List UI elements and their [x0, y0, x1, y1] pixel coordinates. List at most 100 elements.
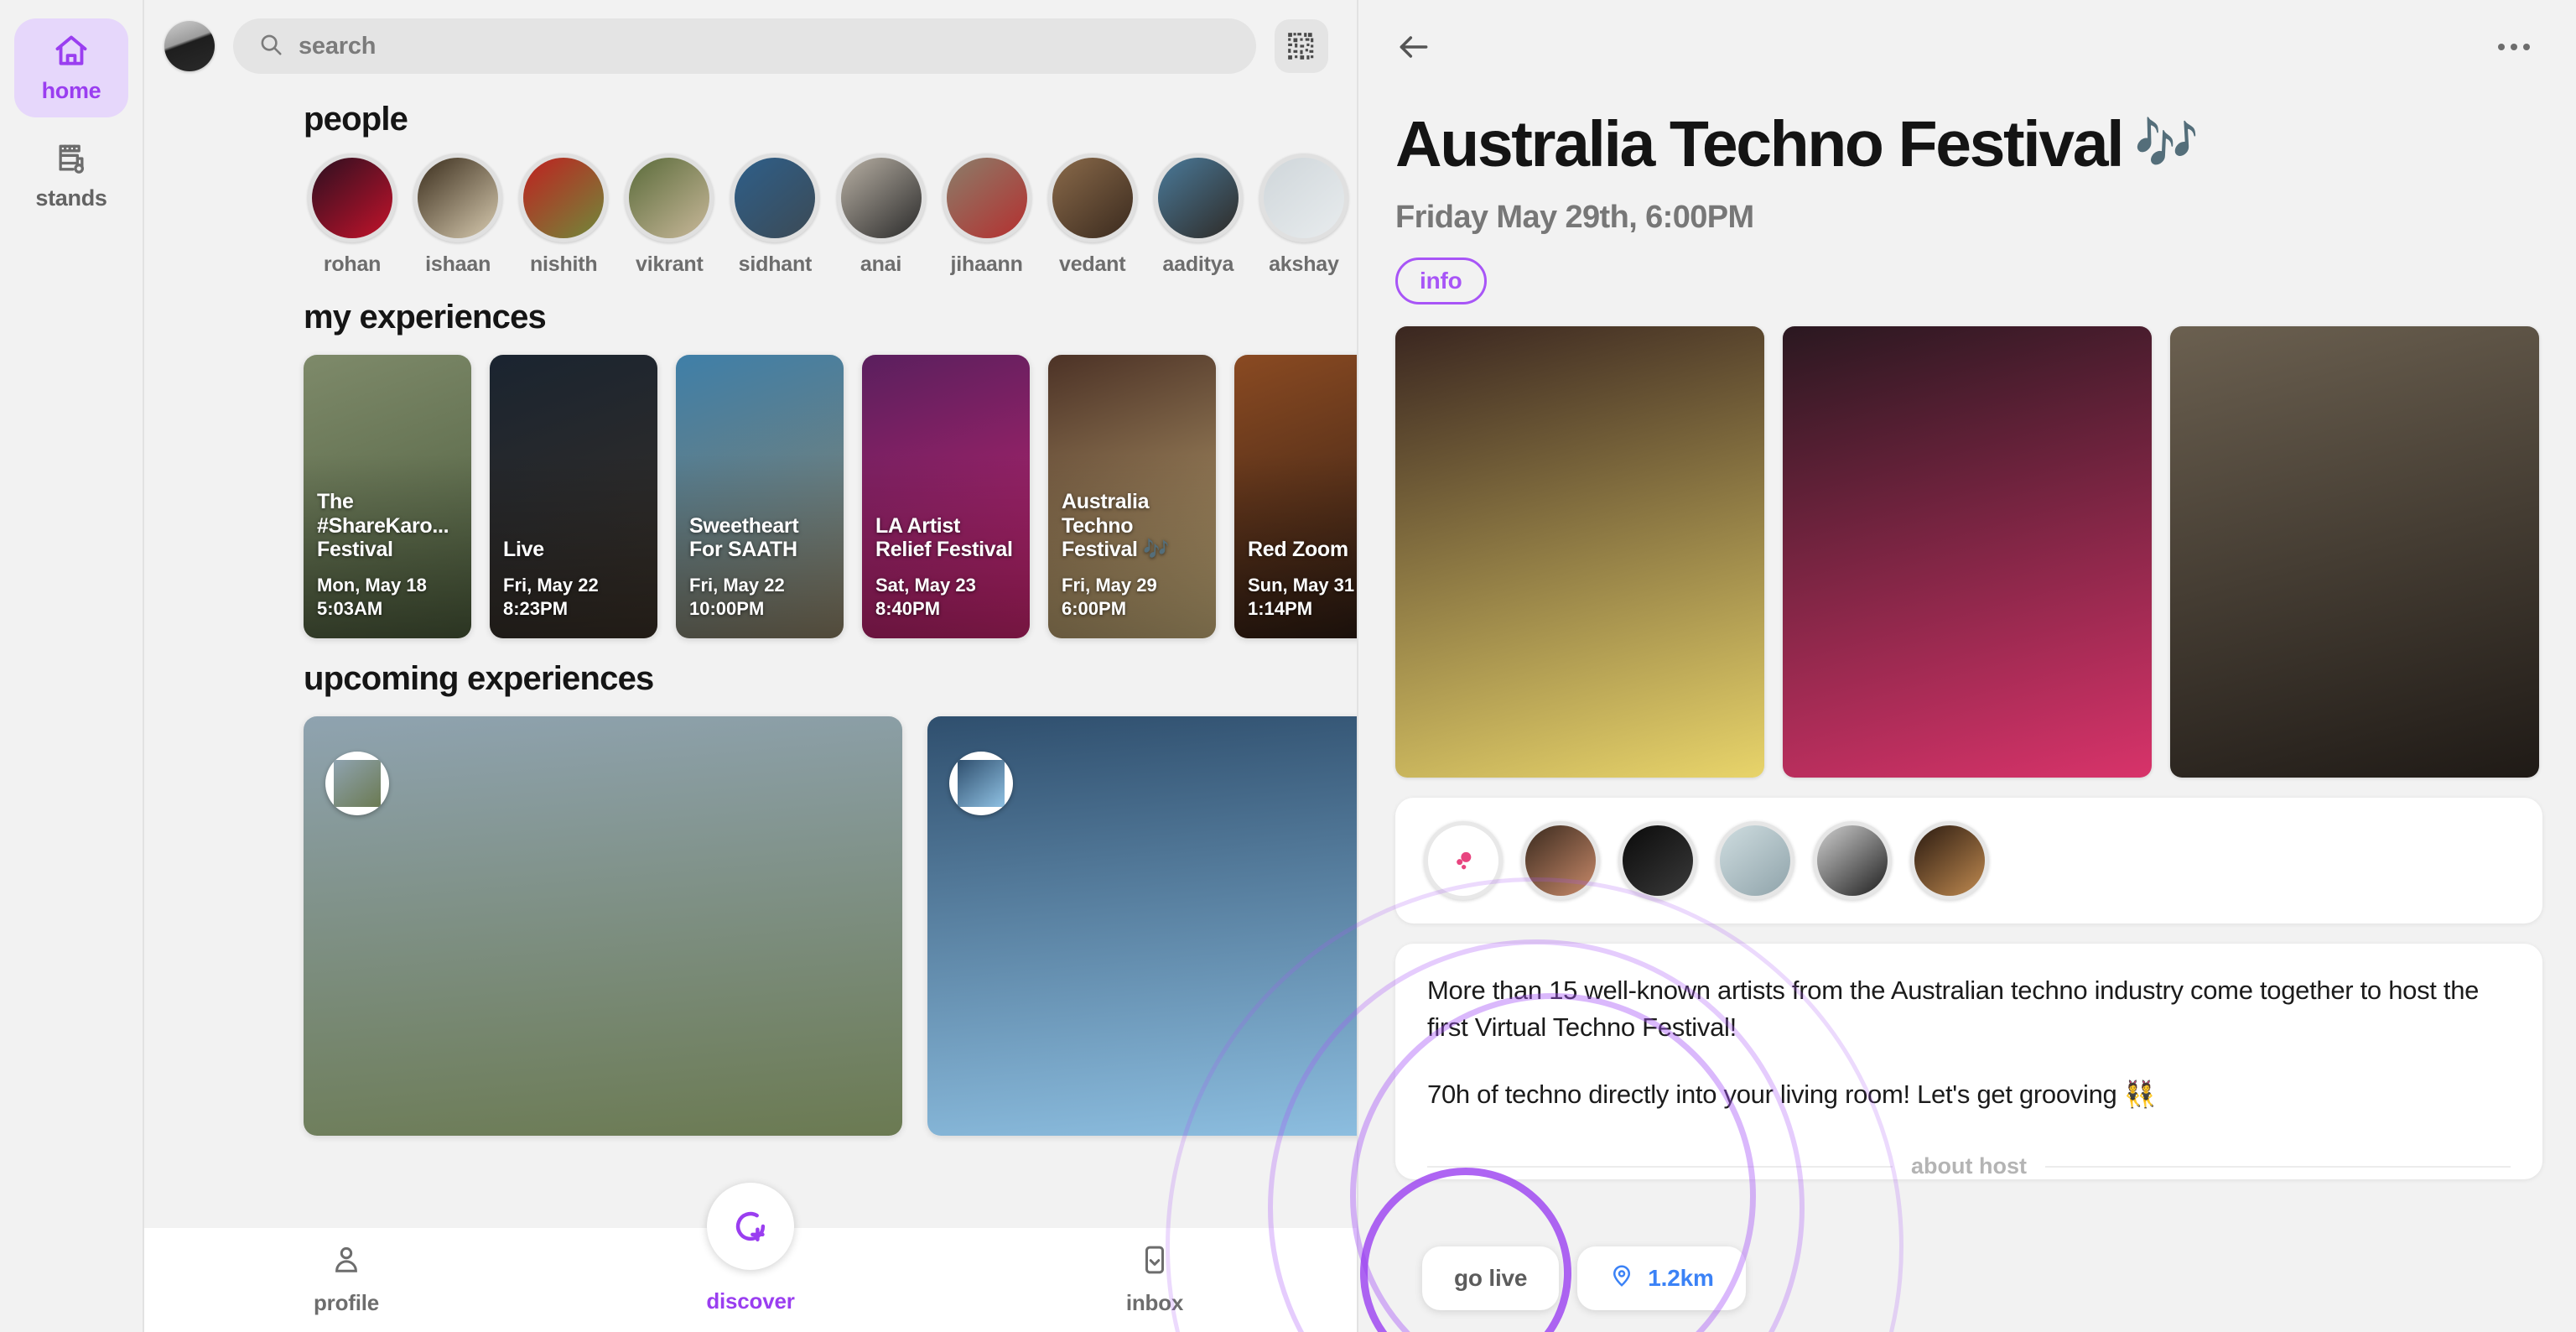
- experience-title: The #ShareKaro... Festival: [317, 489, 449, 562]
- experience-datetime: Sat, May 23 8:40PM: [875, 575, 976, 619]
- gallery-image[interactable]: [2170, 326, 2539, 778]
- section-title-people: people: [304, 101, 408, 138]
- page-title-text: Australia Techno Festival: [1395, 108, 2125, 180]
- person-name: rohan: [323, 252, 382, 276]
- avatar[interactable]: [1521, 821, 1600, 901]
- list-item[interactable]: aaditya: [1145, 153, 1251, 277]
- sidebar-item-home-label: home: [41, 77, 101, 103]
- avatar[interactable]: [1910, 821, 1989, 901]
- avatar: [730, 153, 820, 242]
- person-name: jihaann: [950, 252, 1023, 276]
- attendees-card: [1395, 798, 2542, 924]
- avatar[interactable]: [1618, 821, 1697, 901]
- event-gallery: [1358, 304, 2576, 778]
- experience-card[interactable]: The #ShareKaro... Festival Mon, May 18 5:03A…: [304, 355, 471, 638]
- avatar[interactable]: [1813, 821, 1892, 901]
- list-item[interactable]: jihaann: [934, 153, 1040, 277]
- tab-inbox[interactable]: inbox: [953, 1244, 1357, 1316]
- home-feed-panel: search people rohan ishaan nishith vikra…: [144, 0, 1358, 1332]
- experience-card[interactable]: Red Zoom Sun, May 31 1:14PM: [1234, 355, 1357, 638]
- experience-card[interactable]: Sweetheart For SAATH Fri, May 22 10:00PM: [676, 355, 844, 638]
- experience-title: Live: [503, 538, 544, 562]
- search-icon: [258, 32, 283, 61]
- avatar: [942, 153, 1031, 242]
- host-badge: [325, 752, 389, 815]
- list-item[interactable]: vikrant: [616, 153, 722, 277]
- list-item[interactable]: ishaan: [405, 153, 511, 277]
- app-root: home stands search people rohan ishaan n…: [0, 0, 2576, 1332]
- event-datetime: Friday May 29th, 6:00PM: [1395, 200, 1754, 236]
- avatar: [1153, 153, 1243, 242]
- tab-discover-label: discover: [706, 1288, 795, 1314]
- upcoming-card[interactable]: [304, 716, 902, 1136]
- left-rail: home stands: [0, 0, 144, 1332]
- sidebar-item-stands-label: stands: [35, 185, 107, 211]
- market-stand-icon: [53, 140, 90, 177]
- more-horizontal-icon[interactable]: [2497, 42, 2531, 52]
- experience-datetime: Fri, May 22 8:23PM: [503, 575, 599, 619]
- about-host-label: about host: [1911, 1153, 2027, 1179]
- upcoming-card[interactable]: [927, 716, 1357, 1136]
- people-carousel[interactable]: rohan ishaan nishith vikrant sidhant ana…: [144, 138, 1357, 277]
- experience-title: Sweetheart For SAATH: [689, 513, 799, 562]
- person-name: vedant: [1059, 252, 1126, 276]
- description-paragraph: More than 15 well-known artists from the…: [1427, 976, 2480, 1043]
- list-item[interactable]: nishith: [511, 153, 616, 277]
- detail-header: [1358, 0, 2576, 65]
- list-item[interactable]: vedant: [1040, 153, 1145, 277]
- person-name: anai: [860, 252, 902, 276]
- experience-title: Australia Techno Festival 🎶: [1062, 489, 1170, 562]
- music-notes-icon: 🎶: [2134, 114, 2199, 173]
- person-name: aaditya: [1162, 252, 1234, 276]
- sidebar-item-stands[interactable]: stands: [14, 126, 128, 225]
- list-item[interactable]: rohan: [299, 153, 405, 277]
- avatar: [1259, 153, 1348, 242]
- list-item[interactable]: anai: [828, 153, 933, 277]
- tab-inbox-label: inbox: [1125, 1290, 1184, 1315]
- avatar: [1047, 153, 1137, 242]
- gallery-image[interactable]: [1395, 326, 1764, 778]
- avatar: [625, 153, 714, 242]
- bottom-nav-wrap: profile discover inbox: [144, 1183, 1357, 1332]
- add-people-icon[interactable]: [1424, 821, 1503, 901]
- go-live-label: go live: [1454, 1265, 1528, 1291]
- location-pin-icon: [1609, 1263, 1634, 1294]
- experience-card[interactable]: LA Artist Relief Festival Sat, May 23 8:40P…: [862, 355, 1030, 638]
- my-experiences-carousel[interactable]: The #ShareKaro... Festival Mon, May 18 5:03A…: [144, 336, 1357, 638]
- gallery-image[interactable]: [1783, 326, 2152, 778]
- search-input[interactable]: search: [233, 18, 1256, 74]
- experience-datetime: Fri, May 22 10:00PM: [689, 575, 785, 619]
- discover-plus-icon[interactable]: [707, 1183, 794, 1270]
- avatar: [308, 153, 397, 242]
- top-bar: search: [144, 0, 1357, 79]
- experience-card[interactable]: Live Fri, May 22 8:23PM: [490, 355, 657, 638]
- distance-button[interactable]: 1.2km: [1577, 1246, 1746, 1310]
- person-icon: [330, 1244, 362, 1280]
- action-chips: go live 1.2km: [1422, 1246, 1746, 1310]
- avatar: [413, 153, 503, 242]
- list-item[interactable]: akshay: [1251, 153, 1357, 277]
- section-title-upcoming: upcoming experiences: [304, 660, 654, 697]
- tab-profile-label: profile: [313, 1290, 380, 1315]
- search-placeholder: search: [299, 32, 377, 60]
- avatar: [519, 153, 609, 242]
- upcoming-experiences-carousel[interactable]: [144, 698, 1357, 1136]
- experience-card[interactable]: Australia Techno Festival 🎶 Fri, May 29 6:00…: [1048, 355, 1216, 638]
- attendees-row: [1395, 798, 2542, 924]
- tab-row: info: [1358, 236, 2576, 305]
- go-live-button[interactable]: go live: [1422, 1246, 1560, 1310]
- description-paragraph: 70h of techno directly into your living …: [1427, 1080, 2157, 1110]
- qr-code-icon[interactable]: [1275, 19, 1328, 73]
- tab-profile[interactable]: profile: [144, 1244, 548, 1316]
- tab-info[interactable]: info: [1395, 258, 1487, 305]
- person-name: ishaan: [425, 252, 491, 276]
- person-name: akshay: [1269, 252, 1339, 276]
- sidebar-item-home[interactable]: home: [14, 18, 128, 117]
- list-item[interactable]: sidhant: [722, 153, 828, 277]
- back-arrow-icon[interactable]: [1395, 29, 1432, 65]
- avatar: [836, 153, 926, 242]
- experience-datetime: Mon, May 18 5:03AM: [317, 575, 427, 619]
- inbox-icon: [1139, 1244, 1171, 1280]
- avatar[interactable]: [1716, 821, 1794, 901]
- avatar[interactable]: [164, 21, 215, 71]
